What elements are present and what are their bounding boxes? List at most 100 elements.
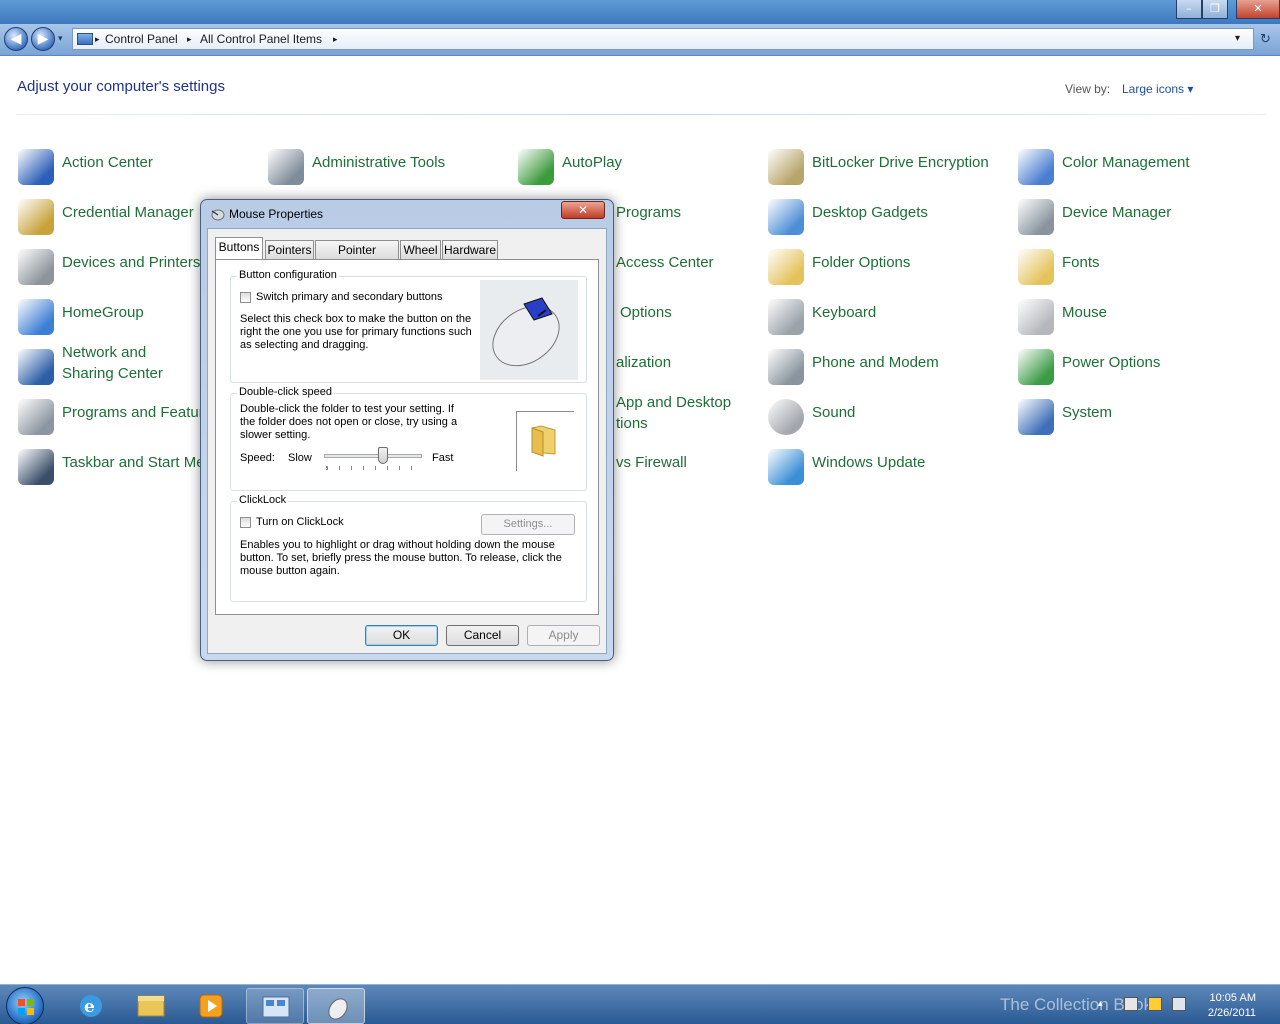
gears-icon [268, 149, 304, 185]
group-label: Double-click speed [237, 386, 334, 398]
mouse-icon [328, 998, 348, 1020]
flag-icon [18, 149, 54, 185]
tab-panel-buttons: Button configuration Switch primary and … [215, 259, 599, 615]
taskbar-control-panel[interactable] [246, 988, 304, 1024]
recent-pages-chevron-icon[interactable]: ▾ [58, 34, 63, 44]
view-by-label: View by: [1065, 82, 1111, 96]
item-power-options[interactable]: Power Options [1018, 346, 1258, 388]
ok-button[interactable]: OK [365, 625, 438, 646]
clicklock-settings-button[interactable]: Settings... [481, 514, 575, 535]
view-by-dropdown[interactable]: Large icons ▾ [1122, 82, 1193, 96]
switch-buttons-label[interactable]: Switch primary and secondary buttons [256, 291, 442, 304]
folder-icon [531, 425, 556, 457]
power-icon [1018, 349, 1054, 385]
tab-pointer-options[interactable]: Pointer Options [315, 240, 399, 275]
item-desktop-gadgets[interactable]: Desktop Gadgets [768, 196, 1008, 238]
switch-buttons-checkbox[interactable] [240, 292, 251, 303]
taskbar-internet-explorer[interactable]: e [62, 988, 120, 1024]
fonts-icon [1018, 249, 1054, 285]
svg-text:e: e [84, 997, 95, 1017]
network-icon[interactable] [1148, 997, 1162, 1011]
item-autoplay[interactable]: AutoPlay [518, 146, 758, 188]
gadgets-icon [768, 199, 804, 235]
address-bar[interactable]: ▸ Control Panel ▸ All Control Panel Item… [72, 28, 1254, 50]
speaker-icon [768, 399, 804, 435]
address-dropdown-icon[interactable]: ▾ [1235, 29, 1240, 49]
forward-button[interactable]: ▶ [31, 27, 55, 51]
system-icon [1018, 399, 1054, 435]
apply-button[interactable]: Apply [527, 625, 600, 646]
address-separator-icon: ▸ [333, 34, 338, 44]
item-bitlocker[interactable]: BitLocker Drive Encryption [768, 146, 1008, 188]
clock-time: 10:05 AM [1209, 992, 1256, 1004]
speed-slider-track[interactable] [324, 454, 422, 458]
speed-slider-thumb[interactable] [377, 447, 388, 464]
device-manager-icon [1018, 199, 1054, 235]
back-button[interactable]: ◀ [4, 27, 28, 51]
button-config-description: Select this check box to make the button… [240, 313, 472, 351]
address-separator-icon: ▸ [187, 34, 192, 44]
network-icon [18, 349, 54, 385]
homegroup-icon [18, 299, 54, 335]
speed-fast-label: Fast [432, 452, 454, 464]
clock[interactable]: 10:05 AM 2/26/2011 [1198, 991, 1256, 1021]
item-windows-update[interactable]: Windows Update [768, 446, 1008, 488]
tab-hardware[interactable]: Hardware [442, 240, 498, 259]
item-phone-and-modem[interactable]: Phone and Modem [768, 346, 1008, 388]
item-color-management[interactable]: Color Management [1018, 146, 1258, 188]
show-hidden-icons-icon[interactable]: ▴ [1098, 999, 1108, 1009]
mouse-icon [1018, 299, 1054, 335]
group-label: Button configuration [237, 269, 339, 281]
speed-slow-label: Slow [288, 452, 312, 464]
minimize-button[interactable]: – [1176, 0, 1202, 19]
group-label: ClickLock [237, 494, 289, 506]
page-title: Adjust your computer's settings [17, 78, 225, 95]
cancel-button[interactable]: Cancel [446, 625, 519, 646]
item-sound[interactable]: Sound [768, 396, 1008, 438]
item-action-center[interactable]: Action Center [18, 146, 258, 188]
printer-icon [18, 249, 54, 285]
mouse-preview [480, 280, 578, 380]
tab-wheel[interactable]: Wheel [400, 240, 441, 259]
item-system[interactable]: System [1018, 396, 1258, 438]
speed-label: Speed: [240, 452, 275, 464]
item-device-manager[interactable]: Device Manager [1018, 196, 1258, 238]
mouse-illustration-icon [492, 297, 560, 367]
restore-button[interactable]: ❐ [1202, 0, 1228, 19]
vault-icon [18, 199, 54, 235]
action-center-flag-icon[interactable] [1124, 997, 1138, 1011]
item-folder-options[interactable]: Folder Options [768, 246, 1008, 288]
divider [16, 114, 1266, 115]
clicklock-label[interactable]: Turn on ClickLock [256, 516, 344, 529]
dialog-close-button[interactable]: ✕ [561, 201, 605, 219]
taskbar-explorer[interactable] [122, 988, 180, 1024]
taskbar-mouse-properties[interactable] [307, 988, 365, 1024]
breadcrumb-control-panel[interactable]: Control Panel [105, 29, 178, 49]
autoplay-icon [518, 149, 554, 185]
clicklock-description: Enables you to highlight or drag without… [240, 539, 562, 577]
volume-icon[interactable] [1172, 997, 1186, 1011]
tab-pointers[interactable]: Pointers [265, 240, 314, 259]
item-administrative-tools[interactable]: Administrative Tools [268, 146, 508, 188]
taskbar-media-player[interactable] [182, 988, 240, 1024]
test-folder-area[interactable] [516, 411, 574, 471]
mouse-icon [211, 209, 225, 221]
color-icon [1018, 149, 1054, 185]
tab-buttons[interactable]: Buttons [215, 237, 263, 260]
refresh-icon[interactable]: ↻ [1260, 32, 1271, 47]
folder-icon [768, 249, 804, 285]
start-button[interactable] [6, 987, 44, 1024]
item-fonts[interactable]: Fonts [1018, 246, 1258, 288]
taskbar: e The Collection Book ▴ [0, 984, 1280, 1024]
phone-icon [768, 349, 804, 385]
folder-icon [137, 995, 165, 1017]
clicklock-checkbox[interactable] [240, 517, 251, 528]
breadcrumb-all-items[interactable]: All Control Panel Items [200, 29, 322, 49]
watermark: The Collection Book [1000, 995, 1153, 1014]
clock-date: 2/26/2011 [1207, 1007, 1256, 1019]
key-icon [768, 149, 804, 185]
close-window-button[interactable]: ✕ [1236, 0, 1280, 19]
keyboard-icon [768, 299, 804, 335]
item-keyboard[interactable]: Keyboard [768, 296, 1008, 338]
item-mouse[interactable]: Mouse [1018, 296, 1258, 338]
